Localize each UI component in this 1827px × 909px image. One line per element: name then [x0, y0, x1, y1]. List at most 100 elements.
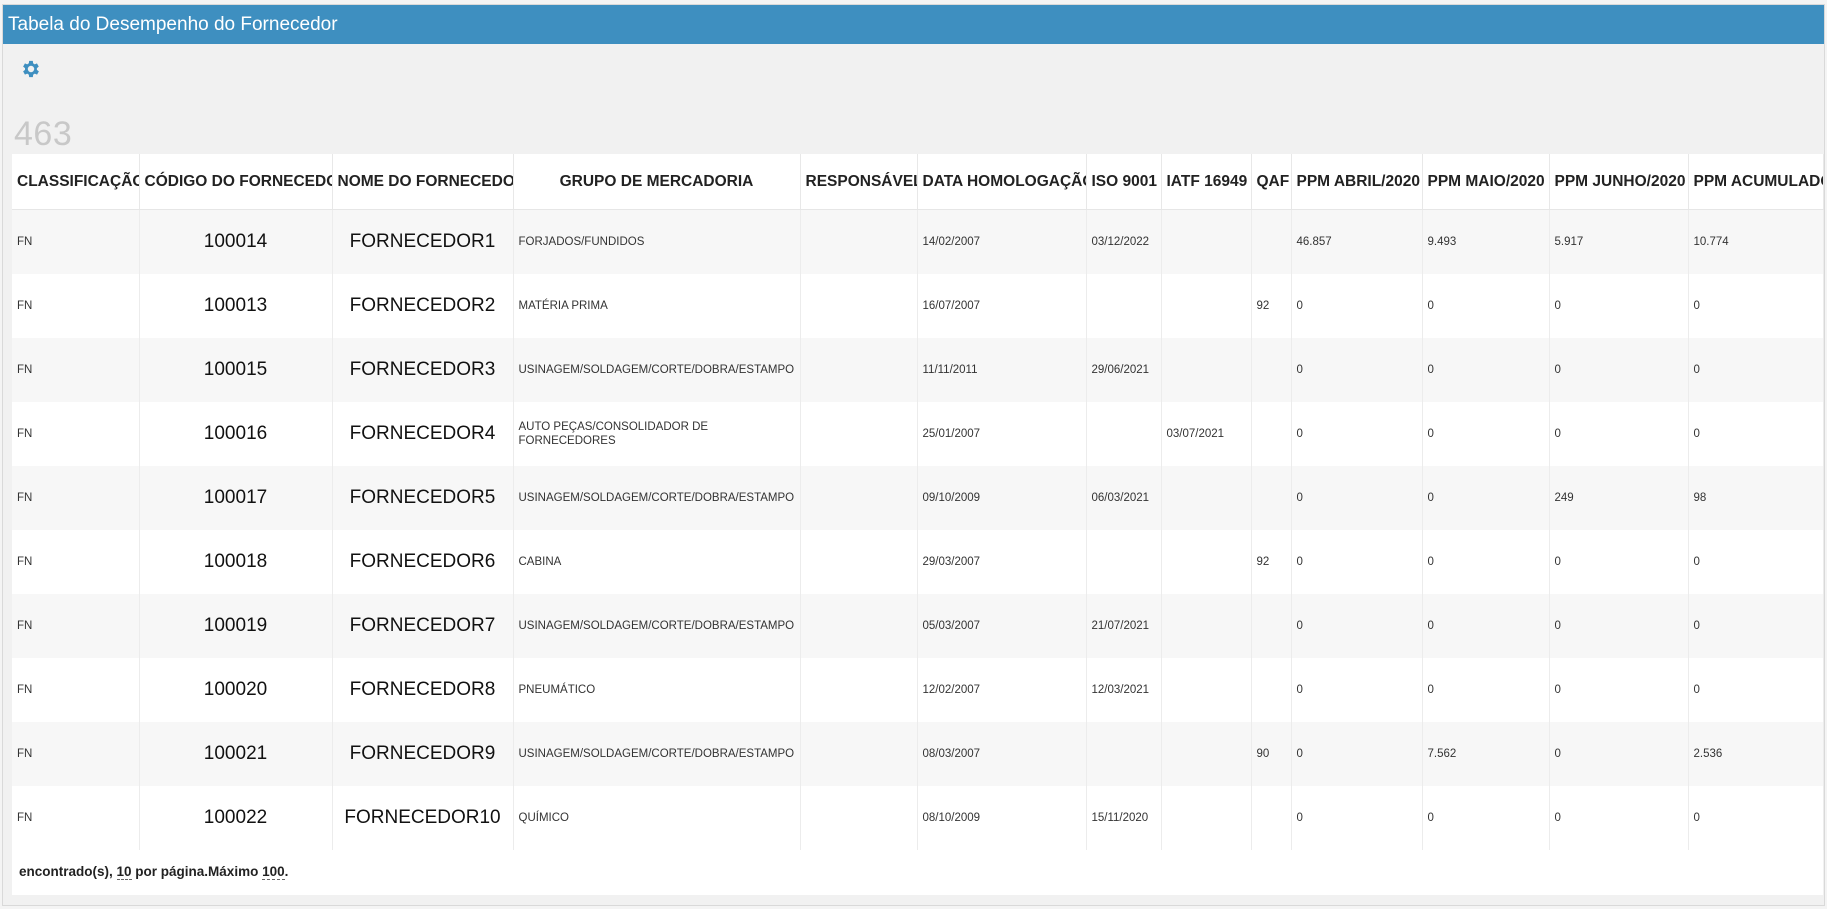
table-cell	[1161, 530, 1252, 594]
table-cell	[1161, 786, 1252, 850]
table-cell: AUTO PEÇAS/CONSOLIDADOR DE FORNECEDORES	[513, 402, 801, 466]
table-cell: 25/01/2007	[917, 402, 1087, 466]
table-row[interactable]: FN 100013 FORNECEDOR2 MATÉRIA PRIMA 16/07/20…	[12, 274, 1824, 338]
table-cell: 98	[1688, 466, 1824, 530]
table-cell	[800, 466, 918, 530]
column-header[interactable]: NOME DO FORNECEDOR	[332, 154, 514, 210]
table-row[interactable]: FN 100014 FORNECEDOR1 FORJADOS/FUNDIDOS 14/0…	[12, 209, 1824, 274]
table-row[interactable]: FN 100022 FORNECEDOR10 QUÍMICO 08/10/2009 15/…	[12, 786, 1824, 850]
table-row[interactable]: FN 100016 FORNECEDOR4 AUTO PEÇAS/CONSOLIDAD…	[12, 402, 1824, 466]
table-cell: 0	[1422, 530, 1550, 594]
table-cell: 0	[1422, 466, 1550, 530]
table-cell	[1161, 338, 1252, 402]
table-cell: FORNECEDOR7	[332, 594, 514, 658]
table-cell: 0	[1549, 722, 1689, 786]
table-cell: 15/11/2020	[1086, 786, 1162, 850]
table-cell: 03/07/2021	[1161, 402, 1252, 466]
table-cell	[1086, 530, 1162, 594]
table-cell	[1251, 402, 1292, 466]
column-header[interactable]: ISO 9001	[1086, 154, 1162, 210]
table-cell: 0	[1291, 466, 1423, 530]
table-row[interactable]: FN 100017 FORNECEDOR5 USINAGEM/SOLDAGEM/COR…	[12, 466, 1824, 530]
table-cell: 21/07/2021	[1086, 594, 1162, 658]
table-cell: FN	[12, 466, 140, 530]
column-header[interactable]: RESPONSÁVEL	[800, 154, 918, 210]
max-value[interactable]: 100	[262, 864, 285, 880]
table-cell: 0	[1688, 402, 1824, 466]
table-cell	[800, 594, 918, 658]
table-cell: FORJADOS/FUNDIDOS	[513, 209, 801, 274]
table-cell: FORNECEDOR9	[332, 722, 514, 786]
table-cell: 100018	[139, 530, 333, 594]
table-cell: 0	[1549, 274, 1689, 338]
table-cell	[800, 402, 918, 466]
table-cell: 0	[1422, 786, 1550, 850]
footer-text-per-page: por página.Máximo	[131, 864, 263, 879]
table-cell: 11/11/2011	[917, 338, 1087, 402]
table-cell: FORNECEDOR6	[332, 530, 514, 594]
supplier-table-container: CLASSIFICAÇÃO CÓDIGO DO FORNECEDOR NOME DO…	[12, 154, 1824, 895]
column-header[interactable]: CLASSIFICAÇÃO	[12, 154, 140, 210]
table-cell: 100022	[139, 786, 333, 850]
table-cell: 06/03/2021	[1086, 466, 1162, 530]
table-cell: 249	[1549, 466, 1689, 530]
table-cell: 12/03/2021	[1086, 658, 1162, 722]
column-header[interactable]: GRUPO DE MERCADORIA	[513, 154, 801, 210]
table-cell: 100020	[139, 658, 333, 722]
table-cell: 9.493	[1422, 209, 1550, 274]
table-cell: 0	[1549, 594, 1689, 658]
table-cell: 100016	[139, 402, 333, 466]
gear-icon[interactable]	[20, 58, 42, 80]
table-row[interactable]: FN 100019 FORNECEDOR7 USINAGEM/SOLDAGEM/COR…	[12, 594, 1824, 658]
table-cell: USINAGEM/SOLDAGEM/CORTE/DOBRA/ESTAMPO	[513, 466, 801, 530]
table-cell	[800, 530, 918, 594]
table-row[interactable]: FN 100020 FORNECEDOR8 PNEUMÁTICO 12/02/2007 1…	[12, 658, 1824, 722]
table-cell	[1086, 722, 1162, 786]
table-cell: FN	[12, 594, 140, 658]
window-title: Tabela do Desempenho do Fornecedor	[3, 5, 1824, 44]
table-cell: 0	[1549, 658, 1689, 722]
column-header[interactable]: PPM ACUMULADO	[1688, 154, 1824, 210]
table-cell: 03/12/2022	[1086, 209, 1162, 274]
table-row[interactable]: FN 100015 FORNECEDOR3 USINAGEM/SOLDAGEM/COR…	[12, 338, 1824, 402]
table-cell	[1161, 722, 1252, 786]
table-cell: 09/10/2009	[917, 466, 1087, 530]
table-cell: 46.857	[1291, 209, 1423, 274]
table-cell: USINAGEM/SOLDAGEM/CORTE/DOBRA/ESTAMPO	[513, 722, 801, 786]
table-cell: 0	[1688, 530, 1824, 594]
table-cell	[1251, 658, 1292, 722]
table-cell: 0	[1422, 402, 1550, 466]
table-cell: 0	[1688, 658, 1824, 722]
table-cell: 0	[1291, 274, 1423, 338]
table-row[interactable]: FN 100021 FORNECEDOR9 USINAGEM/SOLDAGEM/COR…	[12, 722, 1824, 786]
table-cell: 0	[1291, 786, 1423, 850]
table-cell: 0	[1549, 402, 1689, 466]
table-cell	[1161, 658, 1252, 722]
table-cell: FORNECEDOR1	[332, 209, 514, 274]
column-header[interactable]: PPM ABRIL/2020	[1291, 154, 1423, 210]
table-cell: FN	[12, 209, 140, 274]
table-cell: 0	[1291, 722, 1423, 786]
column-header[interactable]: IATF 16949	[1161, 154, 1252, 210]
table-cell: 0	[1422, 338, 1550, 402]
table-cell	[800, 786, 918, 850]
table-cell: 7.562	[1422, 722, 1550, 786]
supplier-table: CLASSIFICAÇÃO CÓDIGO DO FORNECEDOR NOME DO…	[12, 154, 1824, 850]
per-page-value[interactable]: 10	[116, 864, 132, 880]
table-cell: PNEUMÁTICO	[513, 658, 801, 722]
toolbar	[3, 44, 1824, 92]
column-header[interactable]: DATA HOMOLOGAÇÃO	[917, 154, 1087, 210]
table-cell	[800, 722, 918, 786]
table-cell: 29/03/2007	[917, 530, 1087, 594]
column-header[interactable]: CÓDIGO DO FORNECEDOR	[139, 154, 333, 210]
table-cell: FORNECEDOR3	[332, 338, 514, 402]
table-cell: 100015	[139, 338, 333, 402]
table-cell: 0	[1291, 658, 1423, 722]
column-header[interactable]: QAF	[1251, 154, 1292, 210]
table-cell: MATÉRIA PRIMA	[513, 274, 801, 338]
column-header[interactable]: PPM MAIO/2020	[1422, 154, 1550, 210]
table-row[interactable]: FN 100018 FORNECEDOR6 CABINA 29/03/2007 92 0 0 0…	[12, 530, 1824, 594]
column-header[interactable]: PPM JUNHO/2020	[1549, 154, 1689, 210]
table-cell: 12/02/2007	[917, 658, 1087, 722]
table-cell: FN	[12, 274, 140, 338]
